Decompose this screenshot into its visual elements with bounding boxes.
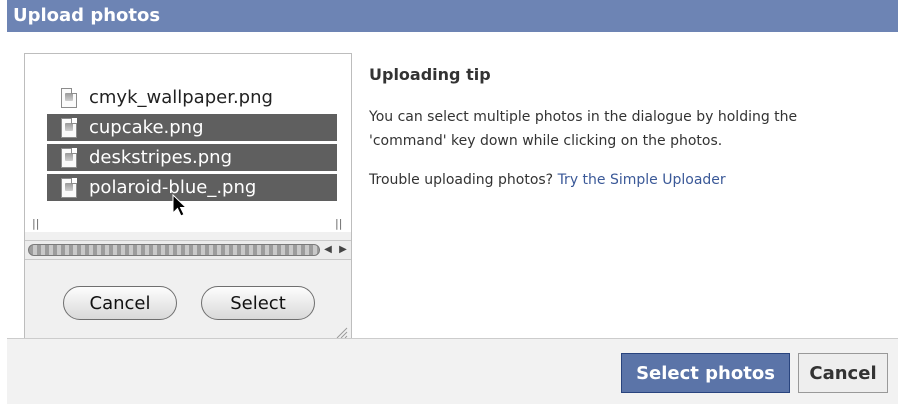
mouse-pointer-icon bbox=[172, 194, 188, 217]
document-icon bbox=[61, 117, 77, 138]
trouble-line: Trouble uploading photos? Try the Simple… bbox=[369, 172, 726, 188]
file-name: deskstripes.png bbox=[89, 147, 232, 168]
column-resize-handle[interactable]: || bbox=[335, 217, 342, 230]
file-item[interactable]: deskstripes.png bbox=[47, 144, 337, 171]
file-item[interactable]: polaroid-blue_.png bbox=[47, 174, 337, 201]
file-name: cupcake.png bbox=[89, 117, 204, 138]
column-resize-handle[interactable]: || bbox=[32, 217, 39, 230]
file-chooser: cmyk_wallpaper.png cupcake.png deskstrip… bbox=[24, 53, 352, 343]
file-item[interactable]: cupcake.png bbox=[47, 114, 337, 141]
scrollbar-thumb[interactable] bbox=[28, 244, 320, 256]
simple-uploader-link[interactable]: Try the Simple Uploader bbox=[558, 172, 726, 188]
dialog-footer: Select photos Cancel bbox=[7, 338, 898, 404]
file-list: cmyk_wallpaper.png cupcake.png deskstrip… bbox=[25, 54, 351, 232]
document-icon bbox=[61, 147, 77, 168]
resize-grip-icon[interactable] bbox=[334, 325, 348, 339]
trouble-text: Trouble uploading photos? bbox=[369, 172, 558, 188]
chooser-cancel-button[interactable]: Cancel bbox=[63, 286, 177, 320]
chooser-select-button[interactable]: Select bbox=[201, 286, 315, 320]
dialog-content: cmyk_wallpaper.png cupcake.png deskstrip… bbox=[7, 32, 898, 343]
dialog-title: Upload photos bbox=[13, 5, 161, 26]
file-name: cmyk_wallpaper.png bbox=[89, 87, 273, 108]
tip-heading: Uploading tip bbox=[369, 65, 491, 84]
document-icon bbox=[61, 177, 77, 198]
dialog-title-bar: Upload photos bbox=[7, 0, 898, 32]
document-icon bbox=[61, 87, 77, 108]
select-photos-button[interactable]: Select photos bbox=[621, 353, 790, 393]
arrow-left-icon[interactable]: ◀ bbox=[321, 242, 335, 258]
arrow-right-icon[interactable]: ▶ bbox=[336, 242, 350, 258]
horizontal-scrollbar[interactable]: ◀ ▶ bbox=[25, 240, 351, 260]
tip-body-text: You can select multiple photos in the di… bbox=[369, 109, 798, 149]
file-item[interactable]: cmyk_wallpaper.png bbox=[47, 84, 337, 111]
cancel-button[interactable]: Cancel bbox=[798, 353, 888, 393]
